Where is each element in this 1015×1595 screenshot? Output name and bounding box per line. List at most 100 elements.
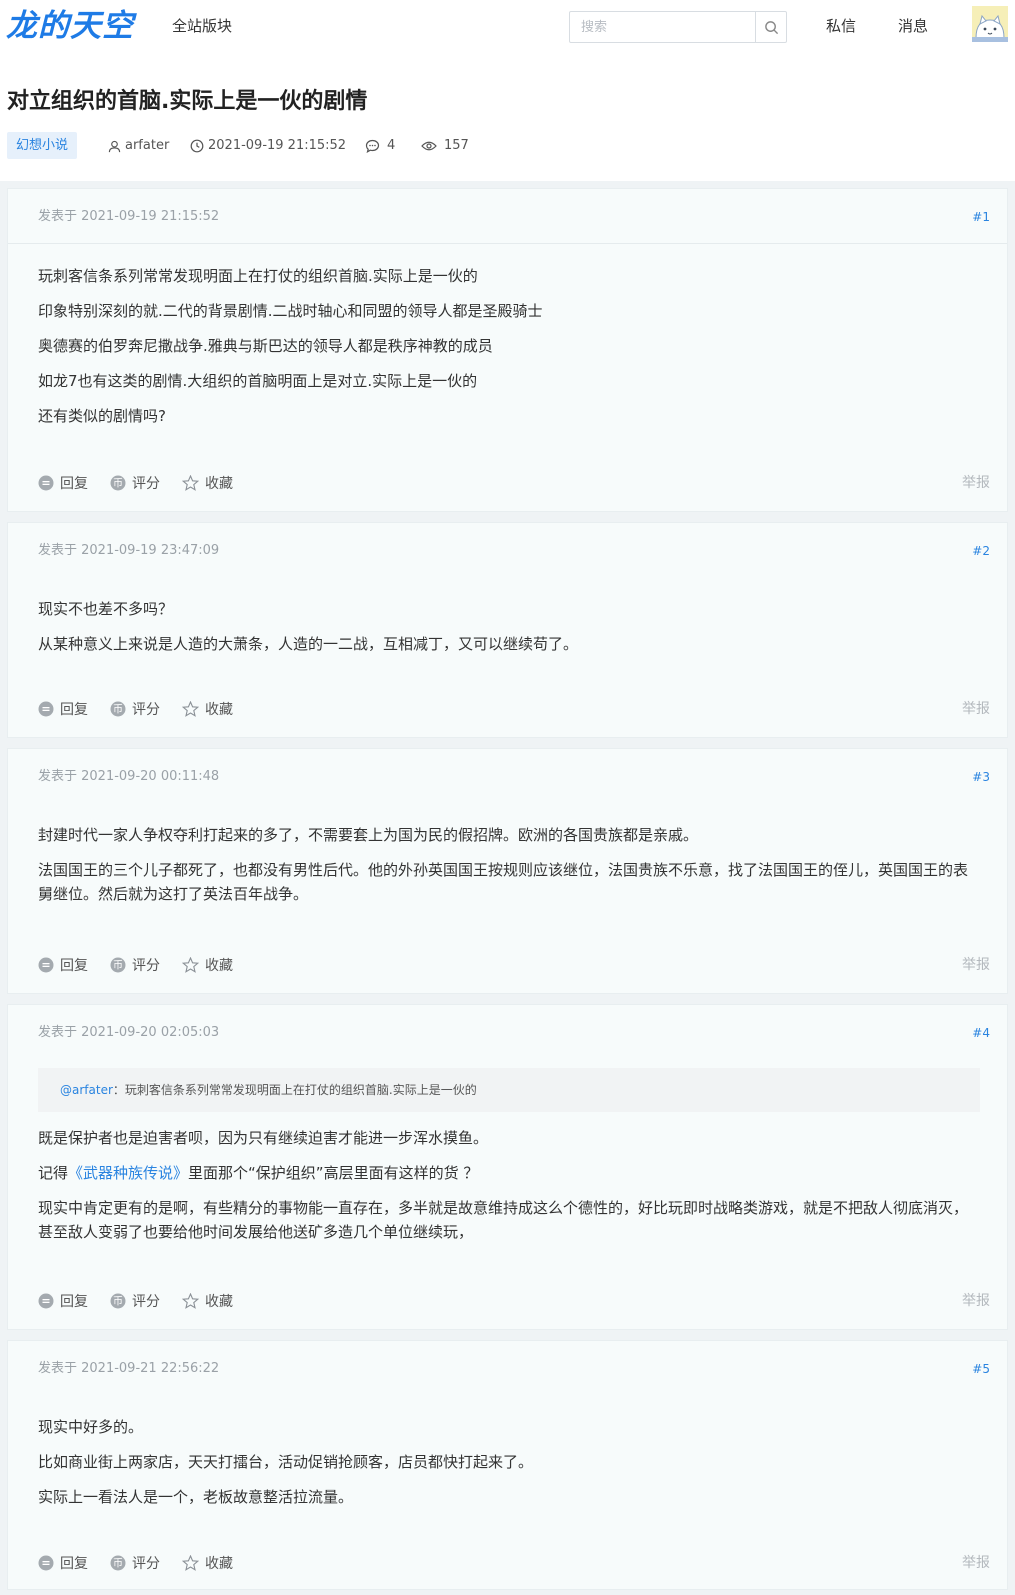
nav-notifications[interactable]: 消息 bbox=[898, 16, 928, 36]
post-actions: 回复 币 评分 收藏 bbox=[38, 699, 255, 719]
post-line: 封建时代一家人争权夺利打起来的多了，不需要套上为国为民的假招牌。欧洲的各国贵族都… bbox=[38, 826, 699, 844]
reply-label: 回复 bbox=[60, 1556, 88, 1572]
user-avatar[interactable] bbox=[972, 6, 1008, 42]
favorite-button[interactable]: 收藏 bbox=[182, 955, 233, 975]
post-content: 玩刺客信条系列常常发现明面上在打仗的组织首脑.实际上是一伙的 印象特别深刻的就.… bbox=[38, 264, 978, 439]
views-meta: 157 bbox=[421, 136, 469, 156]
search-box bbox=[569, 11, 787, 43]
post-card: 发表于 2021-09-19 21:15:52 #1 玩刺客信条系列常常发现明面… bbox=[7, 188, 1008, 512]
report-button[interactable]: 举报 bbox=[962, 1291, 990, 1311]
post-line: 法国国王的三个儿子都死了，也都没有男性后代。他的外孙英国国王按规则应该继位，法国… bbox=[38, 861, 969, 903]
post-content: 现实中好多的。 比如商业街上两家店，天天打擂台，活动促销抢顾客，店员都快打起来了… bbox=[38, 1415, 978, 1520]
rate-button[interactable]: 币 评分 bbox=[110, 699, 160, 719]
thread-header: 对立组织的首脑.实际上是一伙的剧情 幻想小说 arfater 2021-09-1… bbox=[0, 52, 1015, 181]
floor-number[interactable]: #3 bbox=[972, 768, 990, 786]
post-actions: 回复 币 评分 收藏 bbox=[38, 955, 255, 975]
top-bar: 龙的天空 全站版块 私信 消息 bbox=[0, 0, 1015, 52]
floor-number[interactable]: #5 bbox=[972, 1360, 990, 1378]
reply-button[interactable]: 回复 bbox=[38, 1553, 88, 1573]
favorite-label: 收藏 bbox=[205, 958, 233, 974]
post-content: 既是保护者也是迫害者呗，因为只有继续迫害才能进一步浑水摸鱼。 记得《武器种族传说… bbox=[38, 1126, 978, 1255]
reply-button[interactable]: 回复 bbox=[38, 1291, 88, 1311]
rate-button[interactable]: 币 评分 bbox=[110, 473, 160, 493]
floor-number[interactable]: #2 bbox=[972, 542, 990, 560]
reply-label: 回复 bbox=[60, 1294, 88, 1310]
report-button[interactable]: 举报 bbox=[962, 955, 990, 975]
coin-icon: 币 bbox=[110, 701, 126, 717]
rate-label: 评分 bbox=[132, 958, 160, 974]
clock-icon bbox=[190, 139, 204, 153]
line-text: 记得 bbox=[38, 1164, 69, 1182]
favorite-label: 收藏 bbox=[205, 1294, 233, 1310]
reply-icon bbox=[38, 701, 54, 717]
favorite-button[interactable]: 收藏 bbox=[182, 473, 233, 493]
report-button[interactable]: 举报 bbox=[962, 1553, 990, 1573]
rate-button[interactable]: 币 评分 bbox=[110, 955, 160, 975]
report-button[interactable]: 举报 bbox=[962, 699, 990, 719]
svg-text:币: 币 bbox=[113, 960, 123, 972]
reply-label: 回复 bbox=[60, 702, 88, 718]
site-logo[interactable]: 龙的天空 bbox=[6, 6, 134, 46]
post-line: 奥德赛的伯罗奔尼撒战争.雅典与斯巴达的领导人都是秩序神教的成员 bbox=[38, 337, 493, 355]
author-name[interactable]: arfater bbox=[125, 136, 169, 156]
reply-button[interactable]: 回复 bbox=[38, 955, 88, 975]
favorite-label: 收藏 bbox=[205, 476, 233, 492]
rate-label: 评分 bbox=[132, 1294, 160, 1310]
reply-button[interactable]: 回复 bbox=[38, 473, 88, 493]
nav-private-messages[interactable]: 私信 bbox=[826, 16, 856, 36]
quote-user[interactable]: @arfater bbox=[60, 1083, 113, 1097]
star-icon bbox=[182, 1293, 199, 1309]
line-text: 里面那个“保护组织”高层里面有这样的货 ？ bbox=[188, 1164, 479, 1182]
rate-label: 评分 bbox=[132, 1556, 160, 1572]
rate-button[interactable]: 币 评分 bbox=[110, 1553, 160, 1573]
search-icon bbox=[764, 20, 778, 34]
svg-text:币: 币 bbox=[113, 704, 123, 716]
eye-icon bbox=[421, 141, 437, 151]
favorite-label: 收藏 bbox=[205, 1556, 233, 1572]
category-tag[interactable]: 幻想小说 bbox=[7, 132, 78, 159]
avatar-cat-icon bbox=[972, 6, 1008, 42]
post-line: 印象特别深刻的就.二代的背景剧情.二战时轴心和同盟的领导人都是圣殿骑士 bbox=[38, 302, 543, 320]
post-line: 现实中好多的。 bbox=[38, 1418, 144, 1436]
rate-label: 评分 bbox=[132, 702, 160, 718]
favorite-button[interactable]: 收藏 bbox=[182, 1291, 233, 1311]
post-line: 现实中肯定更有的是啊，有些精分的事物能一直存在，多半就是故意维持成这么个德性的，… bbox=[38, 1199, 969, 1241]
star-icon bbox=[182, 957, 199, 973]
post-content: 现实不也差不多吗？ 从某种意义上来说是人造的大萧条，人造的一二战，互相减丁，又可… bbox=[38, 597, 978, 667]
floor-number[interactable]: #4 bbox=[972, 1024, 990, 1042]
post-divider bbox=[8, 243, 1007, 244]
book-link[interactable]: 《武器种族传说》 bbox=[68, 1164, 188, 1182]
favorite-button[interactable]: 收藏 bbox=[182, 1553, 233, 1573]
reply-icon bbox=[38, 475, 54, 491]
favorite-button[interactable]: 收藏 bbox=[182, 699, 233, 719]
search-input[interactable] bbox=[570, 12, 757, 42]
post-actions: 回复 币 评分 收藏 bbox=[38, 1291, 255, 1311]
post-line: 记得《武器种族传说》里面那个“保护组织”高层里面有这样的货 ？ bbox=[38, 1161, 978, 1185]
coin-icon: 币 bbox=[110, 957, 126, 973]
floor-number[interactable]: #1 bbox=[972, 208, 990, 226]
thread-title: 对立组织的首脑.实际上是一伙的剧情 bbox=[7, 89, 368, 114]
post-date: 发表于 2021-09-19 21:15:52 bbox=[38, 209, 220, 224]
author-meta[interactable]: arfater bbox=[108, 136, 169, 156]
rate-button[interactable]: 币 评分 bbox=[110, 1291, 160, 1311]
reply-icon bbox=[38, 1555, 54, 1571]
search-button[interactable] bbox=[755, 12, 786, 42]
user-icon bbox=[108, 140, 121, 152]
reply-count: 4 bbox=[387, 138, 396, 153]
report-button[interactable]: 举报 bbox=[962, 473, 990, 493]
post-line: 玩刺客信条系列常常发现明面上在打仗的组织首脑.实际上是一伙的 bbox=[38, 267, 478, 285]
reply-icon bbox=[38, 1293, 54, 1309]
post-line: 现实不也差不多吗？ bbox=[38, 600, 174, 618]
post-content: 封建时代一家人争权夺利打起来的多了，不需要套上为国为民的假招牌。欧洲的各国贵族都… bbox=[38, 823, 978, 917]
reply-button[interactable]: 回复 bbox=[38, 699, 88, 719]
post-line: 从某种意义上来说是人造的大萧条，人造的一二战，互相减丁，又可以继续苟了。 bbox=[38, 635, 579, 653]
star-icon bbox=[182, 1555, 199, 1571]
star-icon bbox=[182, 475, 199, 491]
post-actions: 回复 币 评分 收藏 bbox=[38, 1553, 255, 1573]
favorite-label: 收藏 bbox=[205, 702, 233, 718]
quote-block: @arfater：玩刺客信条系列常常发现明面上在打仗的组织首脑.实际上是一伙的 bbox=[38, 1068, 980, 1112]
post-actions: 回复 币 评分 收藏 bbox=[38, 473, 255, 493]
nav-all-boards[interactable]: 全站版块 bbox=[172, 16, 232, 36]
post-line: 如龙7也有这类的剧情.大组织的首脑明面上是对立.实际上是一伙的 bbox=[38, 372, 478, 390]
post-line: 还有类似的剧情吗? bbox=[38, 407, 166, 425]
